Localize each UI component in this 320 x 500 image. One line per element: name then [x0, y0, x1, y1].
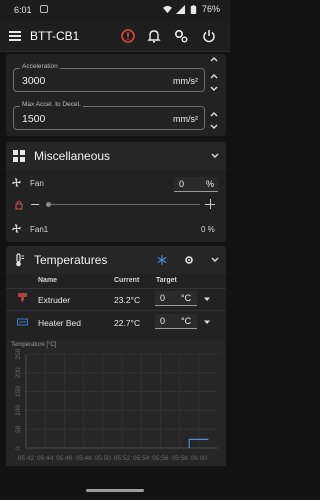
- heater-bed-target-unit: °C: [181, 316, 192, 326]
- bell-icon[interactable]: [146, 28, 162, 44]
- ytick-label: 150: [15, 386, 22, 397]
- fan1-value: 0 %: [201, 225, 215, 234]
- chevron-down-icon[interactable]: [210, 255, 220, 265]
- fan-speed-unit: %: [206, 179, 215, 189]
- heater-bed-preset-dropdown-icon[interactable]: [203, 318, 211, 326]
- xtick-label: 05:52: [114, 455, 131, 462]
- motion-settings-card: Acceleration 3000 mm/s² Max Accel. to De…: [6, 54, 226, 136]
- max-accel-decel-value: 1500: [22, 113, 46, 125]
- chevron-down-icon[interactable]: [209, 122, 219, 132]
- menu-icon[interactable]: [9, 31, 21, 41]
- home-gesture-bar[interactable]: [86, 489, 144, 492]
- chevron-up-icon[interactable]: [209, 109, 219, 119]
- heater-bed-name[interactable]: Heater Bed: [38, 318, 81, 328]
- status-icons: 76%: [162, 4, 220, 14]
- battery-icon: [190, 4, 197, 14]
- fan-increase-button[interactable]: [205, 199, 215, 209]
- temperature-chart: Temperature [°C] 0 50 100 150 200 250 05:42 05:…: [6, 340, 226, 466]
- power-icon[interactable]: [201, 28, 217, 44]
- extruder-target-value: 0: [160, 293, 166, 303]
- acceleration-value: 3000: [22, 75, 46, 87]
- xtick-label: 05:46: [56, 455, 73, 462]
- app-title: BTT-CB1: [30, 29, 80, 43]
- fan1-icon: [12, 224, 21, 233]
- fan-slider-thumb[interactable]: [45, 202, 51, 207]
- column-target: Target: [156, 277, 177, 284]
- temperature-chart-plot: 0 50 100 150 200 250 05:42 05:44 05:46 05:48 05:50…: [15, 348, 218, 462]
- extruder-preset-dropdown-icon[interactable]: [203, 295, 211, 303]
- ytick-label: 100: [15, 405, 22, 416]
- thermometer-icon: [16, 253, 24, 267]
- xtick-label: 05:54: [133, 455, 150, 462]
- table-divider: [6, 288, 226, 289]
- temperatures-header[interactable]: Temperatures: [6, 246, 226, 274]
- app-bar: BTT-CB1: [0, 20, 230, 52]
- status-time: 6:01: [14, 5, 32, 15]
- fan-decrease-button[interactable]: [31, 204, 39, 205]
- acceleration-field[interactable]: Acceleration 3000 mm/s²: [13, 63, 205, 92]
- temperatures-title: Temperatures: [34, 253, 108, 267]
- fan-speed-input[interactable]: 0 %: [174, 177, 218, 192]
- max-accel-decel-field[interactable]: Max Accel. to Decel. 1500 mm/s²: [13, 101, 205, 130]
- ytick-label: 0: [15, 446, 22, 450]
- heater-bed-current: 22.7°C: [114, 318, 141, 328]
- extruder-target-input[interactable]: 0 °C: [155, 291, 197, 306]
- fan-icon: [12, 178, 21, 187]
- chevron-down-icon[interactable]: [209, 84, 219, 94]
- miscellaneous-header[interactable]: Miscellaneous: [6, 142, 226, 170]
- column-current: Current: [114, 277, 140, 284]
- fan-speed-value: 0: [179, 179, 185, 189]
- heater-bed-icon: [17, 318, 28, 326]
- column-name: Name: [38, 277, 58, 284]
- notification-icon: [40, 5, 48, 13]
- signal-icon: [175, 4, 185, 14]
- gear-icon[interactable]: [184, 255, 194, 265]
- alert-icon[interactable]: [120, 28, 136, 44]
- heater-bed-target-input[interactable]: 0 °C: [155, 314, 197, 329]
- settings-icon[interactable]: [173, 28, 189, 44]
- miscellaneous-body: Fan 0 % Fan1 0 %: [6, 170, 226, 242]
- status-bar: 6:01 76%: [0, 0, 230, 20]
- extruder-target-unit: °C: [181, 293, 192, 303]
- chevron-up-icon[interactable]: [209, 54, 219, 64]
- ytick-label: 250: [15, 348, 22, 359]
- fan-label: Fan: [30, 179, 44, 188]
- max-accel-decel-label: Max Accel. to Decel.: [20, 101, 83, 108]
- max-accel-decel-unit: mm/s²: [173, 114, 198, 124]
- battery-percent: 76%: [201, 4, 220, 14]
- misc-grid-icon: [13, 150, 25, 162]
- xtick-label: 05:56: [152, 455, 169, 462]
- wifi-icon: [162, 5, 172, 13]
- xtick-label: 05:44: [37, 455, 54, 462]
- fan1-label: Fan1: [30, 225, 49, 234]
- chevron-up-icon[interactable]: [209, 71, 219, 81]
- xtick-label: 05:48: [75, 455, 92, 462]
- xtick-label: 06:00: [191, 455, 208, 462]
- heater-bed-target-value: 0: [160, 316, 166, 326]
- snowflake-icon[interactable]: [157, 255, 167, 265]
- xtick-label: 05:58: [171, 455, 188, 462]
- lock-icon[interactable]: [15, 200, 23, 210]
- xtick-label: 05:42: [18, 455, 35, 462]
- acceleration-unit: mm/s²: [173, 76, 198, 86]
- acceleration-label: Acceleration: [20, 63, 60, 70]
- fan-slider-track[interactable]: [48, 204, 200, 205]
- ytick-label: 50: [15, 425, 22, 433]
- table-divider: [6, 310, 226, 311]
- chevron-down-icon[interactable]: [210, 151, 220, 161]
- miscellaneous-title: Miscellaneous: [34, 149, 111, 163]
- extruder-icon: [18, 293, 27, 303]
- extruder-current: 23.2°C: [114, 295, 141, 305]
- xtick-label: 05:50: [95, 455, 112, 462]
- extruder-name[interactable]: Extruder: [38, 295, 70, 305]
- ytick-label: 200: [15, 367, 22, 378]
